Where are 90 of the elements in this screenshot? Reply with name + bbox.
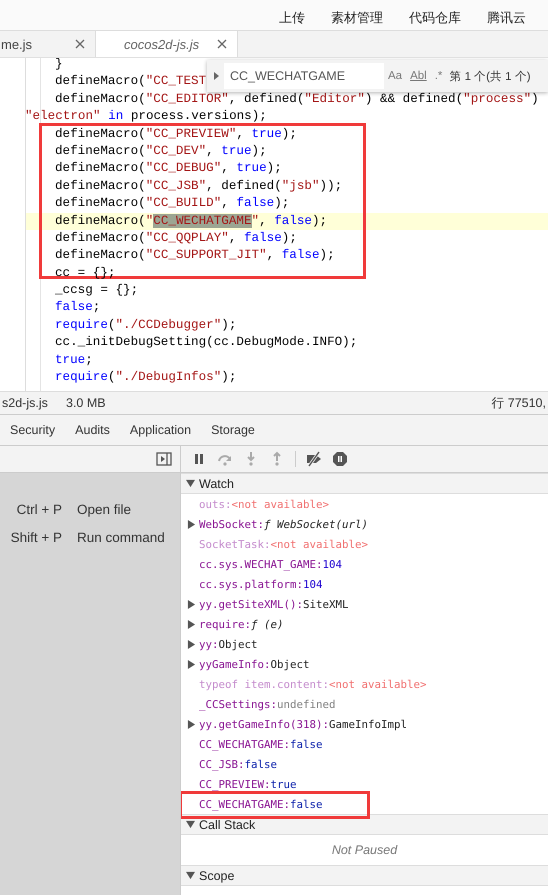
- watch-value: ƒ WebSocket(url): [264, 518, 368, 530]
- collapse-triangle-icon[interactable]: [186, 871, 195, 880]
- watch-expression: yyGameInfo:: [199, 658, 271, 670]
- watch-value: 104: [322, 558, 342, 570]
- watch-expression: yy.getGameInfo(318):: [199, 718, 330, 730]
- code-line: defineMacro("CC_JSB", defined("jsb"));: [55, 178, 342, 195]
- code-line: }: [55, 58, 63, 73]
- code-line: defineMacro("CC_WECHATGAME", false);: [55, 212, 328, 230]
- close-icon[interactable]: [75, 39, 85, 49]
- code-line: cc._initDebugSetting(cc.DebugMode.INFO);: [55, 334, 358, 352]
- watch-value: <not available>: [329, 678, 427, 690]
- watch-expression: typeof item.content:: [199, 678, 330, 690]
- watch-value: <not available>: [270, 538, 368, 550]
- devtools-tab[interactable]: Audits: [65, 415, 120, 445]
- watch-value: false: [290, 798, 323, 810]
- watch-expression: CC_WECHATGAME:: [199, 738, 290, 750]
- code-line: defineMacro("CC_SUPPORT_JIT", false);: [55, 247, 335, 264]
- match-count: 第 1 个(共 1 个): [449, 70, 531, 84]
- section-header[interactable]: Scope: [181, 865, 548, 886]
- watch-value: SiteXML: [303, 598, 349, 610]
- code-line: defineMacro("CC_EDITOR", defined("Editor") && defined("process"): [55, 90, 539, 108]
- cursor-position: 行 77510,: [491, 394, 546, 412]
- watch-value: true: [270, 778, 297, 790]
- watch-value: ƒ (e): [251, 618, 284, 630]
- deactivate-breakpoints-icon[interactable]: [306, 451, 322, 467]
- watch-expression: outs:: [199, 498, 232, 510]
- menu-item[interactable]: 上传: [271, 3, 313, 27]
- shortcut-keys: Shift + P: [0, 530, 62, 544]
- code-line: require("./CCDebugger");: [55, 316, 236, 334]
- search-option-toggle[interactable]: .*: [434, 69, 444, 83]
- watch-expression: SocketTask:: [199, 538, 271, 550]
- code-line: defineMacro("CC_DEBUG", true);: [55, 160, 282, 178]
- code-line: _ccsg = {};: [55, 282, 138, 300]
- watch-value: GameInfoImpl: [329, 718, 408, 730]
- watch-expression: cc.sys.WECHAT_GAME:: [199, 558, 323, 570]
- watch-expression: CC_JSB:: [199, 758, 245, 770]
- code-line: true;: [55, 352, 93, 369]
- file-name: s2d-js.js: [2, 396, 49, 410]
- expand-triangle-icon[interactable]: [187, 660, 196, 668]
- file-size: 3.0 MB: [66, 396, 106, 410]
- watch-expression: yy:: [199, 638, 219, 650]
- menu-item[interactable]: 代码仓库: [401, 3, 469, 27]
- expand-triangle-icon[interactable]: [187, 600, 196, 608]
- expand-triangle-icon[interactable]: [187, 520, 196, 528]
- watch-value: Object: [218, 638, 258, 650]
- status-message: Not Paused: [332, 843, 398, 857]
- watch-value: false: [244, 758, 278, 770]
- watch-value: undefined: [277, 698, 336, 710]
- search-field[interactable]: CC_WECHATGAME: [224, 63, 384, 89]
- shortcut-keys: Ctrl + P: [0, 502, 62, 516]
- menu-item[interactable]: 素材管理: [323, 3, 391, 27]
- code-line: require("./DebugInfos");: [55, 369, 236, 386]
- expand-triangle-icon[interactable]: [211, 71, 221, 81]
- code-line: defineMacro("CC_BUILD", false);: [55, 195, 290, 212]
- watch-expression: require:: [199, 618, 252, 630]
- code-line: defineMacro("CC_DEV", true);: [55, 142, 267, 160]
- pause-exceptions-icon[interactable]: [332, 451, 348, 467]
- watch-value: 104: [303, 578, 323, 590]
- expand-triangle-icon[interactable]: [187, 720, 196, 728]
- code-line: defineMacro("CC_PREVIEW", true);: [55, 126, 297, 143]
- menu-item[interactable]: 腾讯云: [479, 3, 534, 27]
- search-option-toggle[interactable]: Abl: [409, 69, 428, 83]
- watch-expression: cc.sys.platform:: [199, 578, 304, 590]
- watch-expression: CC_PREVIEW:: [199, 778, 271, 790]
- devtools-tab[interactable]: Storage: [201, 415, 265, 445]
- watch-value: false: [290, 738, 323, 750]
- search-option-toggle[interactable]: Aa: [387, 69, 404, 83]
- toggle-sidebar-icon[interactable]: [156, 451, 172, 467]
- devtools-tab[interactable]: Security: [0, 415, 66, 445]
- shortcut-action: Open file: [77, 502, 132, 516]
- expand-triangle-icon[interactable]: [187, 640, 196, 648]
- watch-value: <not available>: [232, 498, 330, 510]
- watch-expression: CC_WECHATGAME:: [199, 798, 290, 810]
- code-line: false;: [55, 299, 100, 316]
- collapse-triangle-icon[interactable]: [186, 479, 195, 488]
- collapse-triangle-icon[interactable]: [186, 820, 195, 829]
- watch-expression: WebSocket:: [199, 518, 264, 530]
- section-header[interactable]: Watch: [181, 473, 548, 494]
- code-line: defineMacro("CC_TEST: [55, 73, 206, 90]
- expand-triangle-icon[interactable]: [187, 620, 196, 628]
- section-header[interactable]: Call Stack: [181, 814, 548, 835]
- code-line: defineMacro("CC_QQPLAY", false);: [55, 230, 297, 247]
- editor-tab[interactable]: cocos2d-js.js: [96, 31, 238, 57]
- devtools-tab[interactable]: Application: [120, 415, 202, 445]
- close-icon[interactable]: [217, 39, 228, 49]
- watch-expression: _CCSettings:: [199, 698, 278, 710]
- code-line: "electron" in process.versions);: [25, 108, 267, 126]
- watch-expression: yy.getSiteXML():: [199, 598, 304, 610]
- shortcut-action: Run command: [77, 530, 165, 544]
- watch-value: Object: [270, 658, 310, 670]
